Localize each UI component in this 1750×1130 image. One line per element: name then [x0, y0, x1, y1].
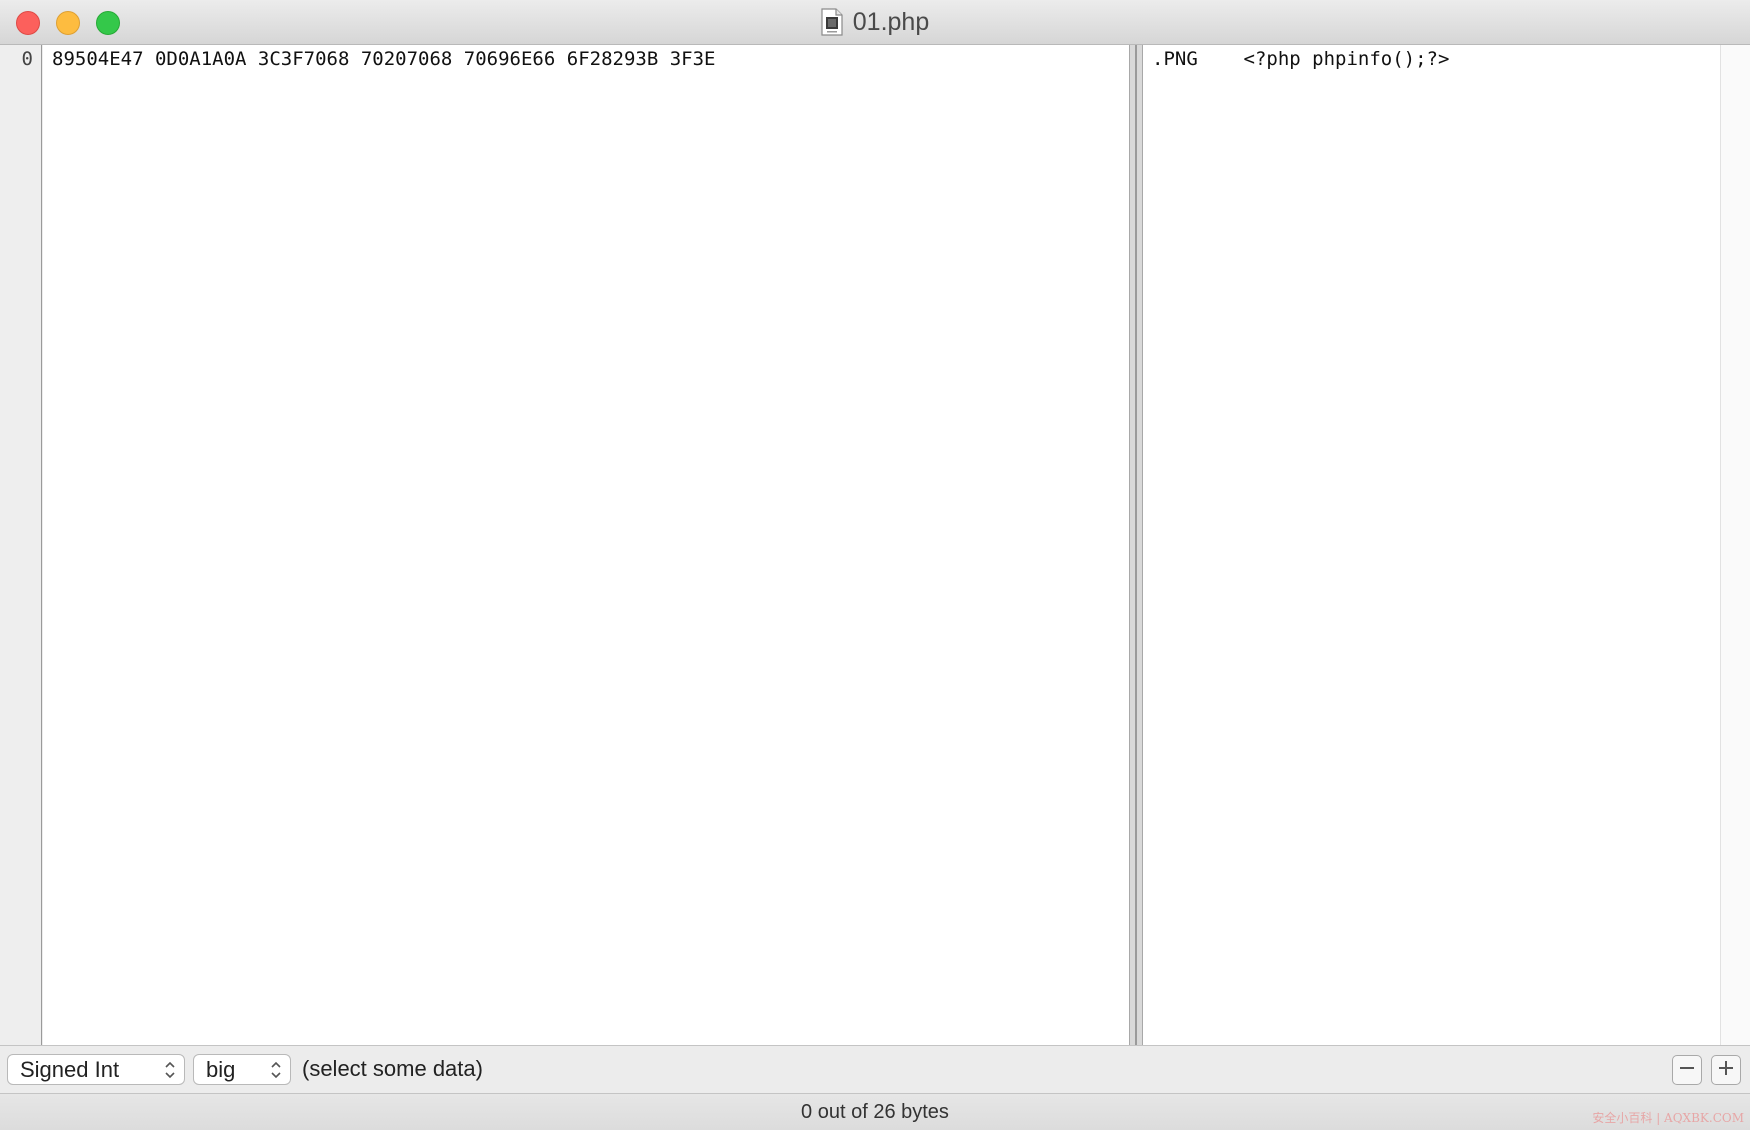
data-inspector-bar: Signed Int big (select some data): [0, 1045, 1750, 1094]
hex-editor-window: 01.php 0 89504E47 0D0A1A0A 3C3F7068 7020…: [0, 0, 1750, 1130]
data-type-select[interactable]: Signed Int: [7, 1054, 185, 1085]
ascii-row[interactable]: .PNG <?php phpinfo();?>: [1152, 45, 1449, 73]
endianness-select[interactable]: big: [193, 1054, 291, 1085]
endianness-label: big: [206, 1056, 236, 1082]
offset-gutter: 0: [0, 45, 42, 1045]
ascii-pane[interactable]: .PNG <?php phpinfo();?>: [1143, 45, 1720, 1045]
hex-row[interactable]: 89504E47 0D0A1A0A 3C3F7068 70207068 7069…: [52, 45, 715, 73]
inspector-value: (select some data): [302, 1056, 483, 1081]
php-document-icon: [821, 8, 843, 36]
plus-icon: [1718, 1060, 1734, 1081]
pane-divider[interactable]: [1129, 45, 1143, 1045]
selection-status: 0 out of 26 bytes: [801, 1100, 949, 1123]
watermark: 安全小百科 | AQXBK.COM: [1592, 1111, 1744, 1125]
window-title-group: 01.php: [0, 0, 1750, 44]
chevron-updown-icon: [270, 1059, 282, 1081]
divider-handle[interactable]: [1135, 45, 1137, 1045]
editor-content: 0 89504E47 0D0A1A0A 3C3F7068 70207068 70…: [0, 45, 1750, 1045]
remove-inspector-button[interactable]: [1672, 1055, 1702, 1085]
title-bar[interactable]: 01.php: [0, 0, 1750, 45]
vertical-scrollbar[interactable]: [1720, 45, 1750, 1045]
row-offset: 0: [21, 48, 33, 70]
window-title: 01.php: [852, 7, 930, 36]
chevron-updown-icon: [164, 1059, 176, 1081]
hex-pane[interactable]: 89504E47 0D0A1A0A 3C3F7068 70207068 7069…: [43, 45, 1129, 1045]
add-inspector-button[interactable]: [1711, 1055, 1741, 1085]
status-bar: 0 out of 26 bytes 安全小百科 | AQXBK.COM: [0, 1094, 1750, 1130]
data-type-label: Signed Int: [20, 1056, 120, 1082]
minus-icon: [1679, 1060, 1695, 1081]
